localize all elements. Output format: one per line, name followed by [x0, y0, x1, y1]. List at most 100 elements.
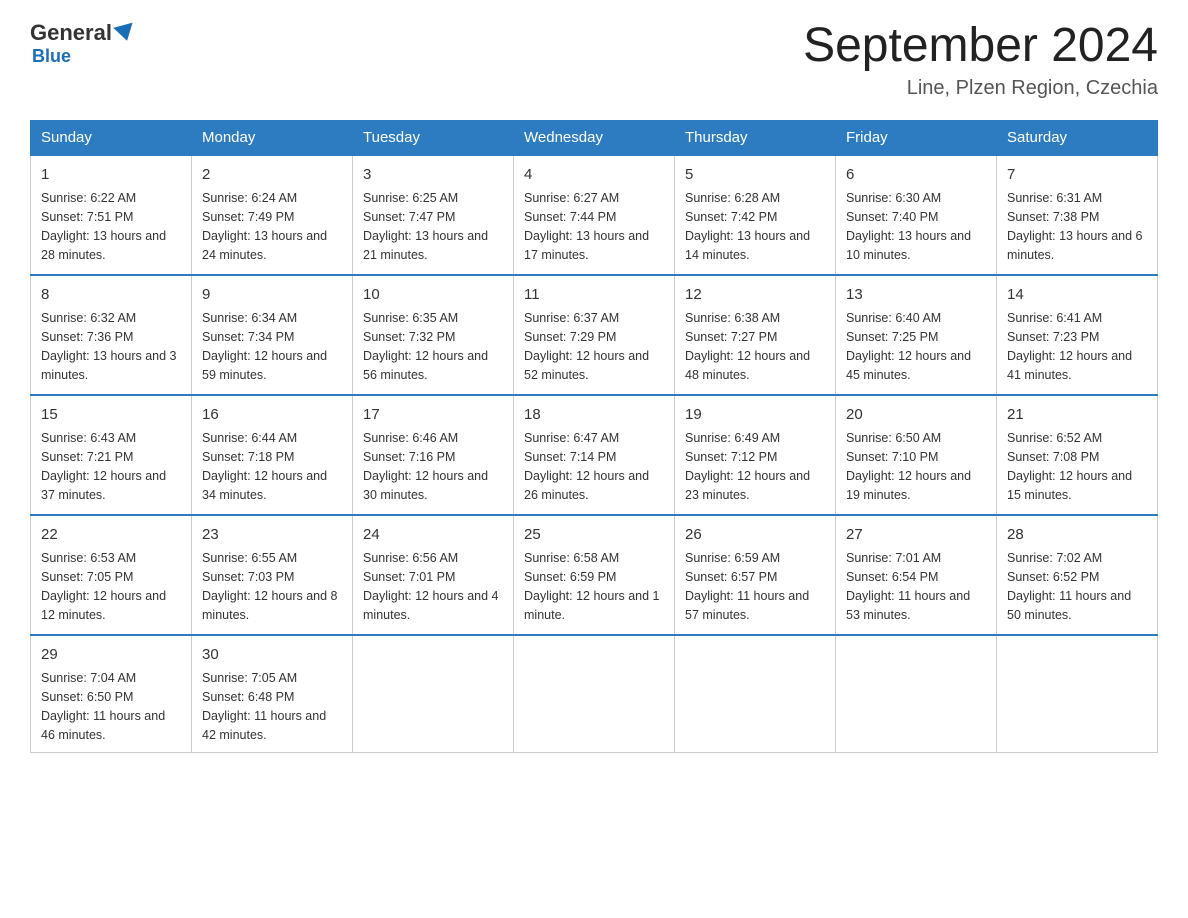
day-number: 3 — [363, 164, 503, 187]
calendar-cell — [353, 635, 514, 753]
page-header: General Blue September 2024 Line, Plzen … — [30, 20, 1158, 100]
calendar-cell: 15 Sunrise: 6:43 AMSunset: 7:21 PMDayligh… — [31, 395, 192, 515]
day-info: Sunrise: 6:58 AMSunset: 6:59 PMDaylight:… — [524, 551, 660, 621]
calendar-cell: 3Sunrise: 6:25 AMSunset: 7:47 PMDaylight… — [353, 155, 514, 275]
calendar-cell: 12Sunrise: 6:38 AMSunset: 7:27 PMDayligh… — [675, 275, 836, 395]
calendar-cell: 28Sunrise: 7:02 AMSunset: 6:52 PMDayligh… — [997, 515, 1158, 635]
day-info: Sunrise: 6:44 AMSunset: 7:18 PMDaylight:… — [202, 431, 327, 501]
day-number: 20 — [846, 404, 986, 427]
day-number: 18 — [524, 404, 664, 427]
day-number: 22 — [41, 524, 181, 547]
day-info: Sunrise: 6:24 AMSunset: 7:49 PMDaylight:… — [202, 191, 327, 261]
calendar-cell: 9 Sunrise: 6:34 AMSunset: 7:34 PMDaylight… — [192, 275, 353, 395]
day-number: 9 — [202, 284, 342, 307]
calendar-cell: 6 Sunrise: 6:30 AMSunset: 7:40 PMDaylight… — [836, 155, 997, 275]
day-number: 30 — [202, 644, 342, 667]
day-info: Sunrise: 6:40 AMSunset: 7:25 PMDaylight:… — [846, 311, 971, 381]
header-thursday: Thursday — [675, 120, 836, 155]
title-block: September 2024 Line, Plzen Region, Czech… — [803, 20, 1158, 100]
day-info: Sunrise: 6:22 AMSunset: 7:51 PMDaylight:… — [41, 191, 166, 261]
day-number: 27 — [846, 524, 986, 547]
day-info: Sunrise: 7:02 AMSunset: 6:52 PMDaylight:… — [1007, 551, 1131, 621]
calendar-cell: 20 Sunrise: 6:50 AMSunset: 7:10 PMDayligh… — [836, 395, 997, 515]
day-info: Sunrise: 6:52 AMSunset: 7:08 PMDaylight:… — [1007, 431, 1132, 501]
calendar-table: SundayMondayTuesdayWednesdayThursdayFrid… — [30, 120, 1158, 754]
calendar-week-row: 8Sunrise: 6:32 AMSunset: 7:36 PMDaylight… — [31, 275, 1158, 395]
logo-triangle-icon — [113, 23, 136, 44]
calendar-cell: 18Sunrise: 6:47 AMSunset: 7:14 PMDayligh… — [514, 395, 675, 515]
calendar-cell: 17 Sunrise: 6:46 AMSunset: 7:16 PMDayligh… — [353, 395, 514, 515]
day-info: Sunrise: 7:01 AMSunset: 6:54 PMDaylight:… — [846, 551, 970, 621]
logo-general-text: General — [30, 20, 112, 46]
calendar-cell: 30 Sunrise: 7:05 AMSunset: 6:48 PMDayligh… — [192, 635, 353, 753]
header-friday: Friday — [836, 120, 997, 155]
logo: General Blue — [30, 20, 135, 67]
calendar-cell: 4Sunrise: 6:27 AMSunset: 7:44 PMDaylight… — [514, 155, 675, 275]
calendar-cell: 19 Sunrise: 6:49 AMSunset: 7:12 PMDayligh… — [675, 395, 836, 515]
calendar-cell: 10 Sunrise: 6:35 AMSunset: 7:32 PMDayligh… — [353, 275, 514, 395]
calendar-cell: 24Sunrise: 6:56 AMSunset: 7:01 PMDayligh… — [353, 515, 514, 635]
calendar-cell: 14 Sunrise: 6:41 AMSunset: 7:23 PMDayligh… — [997, 275, 1158, 395]
day-number: 23 — [202, 524, 342, 547]
calendar-cell — [997, 635, 1158, 753]
calendar-cell: 7Sunrise: 6:31 AMSunset: 7:38 PMDaylight… — [997, 155, 1158, 275]
day-info: Sunrise: 6:32 AMSunset: 7:36 PMDaylight:… — [41, 311, 177, 381]
day-number: 17 — [363, 404, 503, 427]
day-info: Sunrise: 6:46 AMSunset: 7:16 PMDaylight:… — [363, 431, 488, 501]
calendar-cell — [675, 635, 836, 753]
day-info: Sunrise: 7:04 AMSunset: 6:50 PMDaylight:… — [41, 671, 165, 741]
calendar-week-row: 22 Sunrise: 6:53 AMSunset: 7:05 PMDayligh… — [31, 515, 1158, 635]
day-number: 19 — [685, 404, 825, 427]
calendar-cell: 11Sunrise: 6:37 AMSunset: 7:29 PMDayligh… — [514, 275, 675, 395]
day-number: 1 — [41, 164, 181, 187]
day-number: 16 — [202, 404, 342, 427]
day-number: 11 — [524, 284, 664, 307]
day-info: Sunrise: 6:31 AMSunset: 7:38 PMDaylight:… — [1007, 191, 1143, 261]
day-number: 6 — [846, 164, 986, 187]
calendar-cell: 25 Sunrise: 6:58 AMSunset: 6:59 PMDayligh… — [514, 515, 675, 635]
header-monday: Monday — [192, 120, 353, 155]
calendar-cell: 23 Sunrise: 6:55 AMSunset: 7:03 PMDayligh… — [192, 515, 353, 635]
day-number: 26 — [685, 524, 825, 547]
day-number: 5 — [685, 164, 825, 187]
day-info: Sunrise: 6:30 AMSunset: 7:40 PMDaylight:… — [846, 191, 971, 261]
day-number: 15 — [41, 404, 181, 427]
day-info: Sunrise: 6:35 AMSunset: 7:32 PMDaylight:… — [363, 311, 488, 381]
day-info: Sunrise: 6:59 AMSunset: 6:57 PMDaylight:… — [685, 551, 809, 621]
header-tuesday: Tuesday — [353, 120, 514, 155]
calendar-cell: 1 Sunrise: 6:22 AMSunset: 7:51 PMDaylight… — [31, 155, 192, 275]
day-info: Sunrise: 6:34 AMSunset: 7:34 PMDaylight:… — [202, 311, 327, 381]
calendar-cell: 26 Sunrise: 6:59 AMSunset: 6:57 PMDayligh… — [675, 515, 836, 635]
day-info: Sunrise: 6:28 AMSunset: 7:42 PMDaylight:… — [685, 191, 810, 261]
day-number: 29 — [41, 644, 181, 667]
logo-blue-text: Blue — [32, 46, 135, 67]
header-saturday: Saturday — [997, 120, 1158, 155]
calendar-week-row: 29 Sunrise: 7:04 AMSunset: 6:50 PMDayligh… — [31, 635, 1158, 753]
day-info: Sunrise: 6:50 AMSunset: 7:10 PMDaylight:… — [846, 431, 971, 501]
day-number: 13 — [846, 284, 986, 307]
calendar-cell: 5 Sunrise: 6:28 AMSunset: 7:42 PMDaylight… — [675, 155, 836, 275]
calendar-cell — [836, 635, 997, 753]
day-info: Sunrise: 6:49 AMSunset: 7:12 PMDaylight:… — [685, 431, 810, 501]
calendar-cell — [514, 635, 675, 753]
calendar-week-row: 1 Sunrise: 6:22 AMSunset: 7:51 PMDaylight… — [31, 155, 1158, 275]
day-info: Sunrise: 6:43 AMSunset: 7:21 PMDaylight:… — [41, 431, 166, 501]
calendar-header-row: SundayMondayTuesdayWednesdayThursdayFrid… — [31, 120, 1158, 155]
day-number: 14 — [1007, 284, 1147, 307]
day-number: 25 — [524, 524, 664, 547]
day-number: 10 — [363, 284, 503, 307]
day-info: Sunrise: 6:53 AMSunset: 7:05 PMDaylight:… — [41, 551, 166, 621]
calendar-cell: 29 Sunrise: 7:04 AMSunset: 6:50 PMDayligh… — [31, 635, 192, 753]
calendar-cell: 21 Sunrise: 6:52 AMSunset: 7:08 PMDayligh… — [997, 395, 1158, 515]
calendar-cell: 2Sunrise: 6:24 AMSunset: 7:49 PMDaylight… — [192, 155, 353, 275]
day-info: Sunrise: 6:56 AMSunset: 7:01 PMDaylight:… — [363, 551, 499, 621]
calendar-cell: 8Sunrise: 6:32 AMSunset: 7:36 PMDaylight… — [31, 275, 192, 395]
day-number: 21 — [1007, 404, 1147, 427]
day-info: Sunrise: 6:55 AMSunset: 7:03 PMDaylight:… — [202, 551, 338, 621]
location-text: Line, Plzen Region, Czechia — [803, 77, 1158, 100]
calendar-cell: 27 Sunrise: 7:01 AMSunset: 6:54 PMDayligh… — [836, 515, 997, 635]
day-info: Sunrise: 7:05 AMSunset: 6:48 PMDaylight:… — [202, 671, 326, 741]
calendar-week-row: 15 Sunrise: 6:43 AMSunset: 7:21 PMDayligh… — [31, 395, 1158, 515]
header-wednesday: Wednesday — [514, 120, 675, 155]
day-info: Sunrise: 6:41 AMSunset: 7:23 PMDaylight:… — [1007, 311, 1132, 381]
